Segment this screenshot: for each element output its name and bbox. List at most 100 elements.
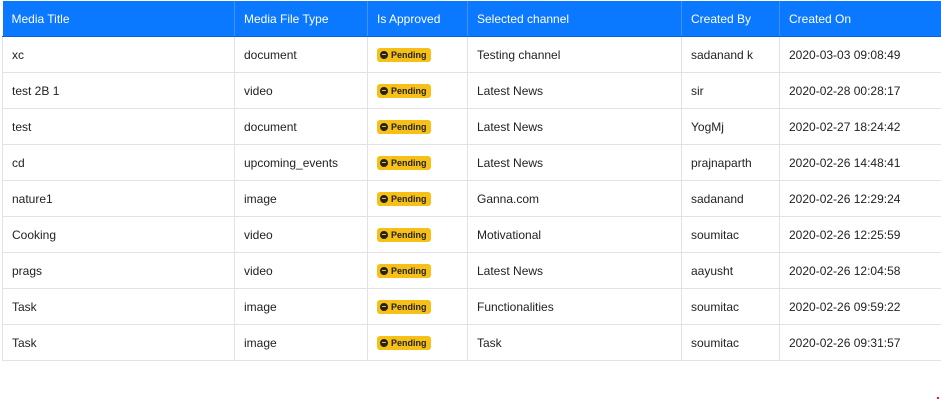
minus-circle-icon <box>380 158 388 167</box>
cell-channel: Motivational <box>467 216 682 253</box>
table-row[interactable]: xc document Pending Testing channel sadanand… <box>2 36 941 73</box>
column-header-media-file-type[interactable]: Media File Type <box>234 1 368 37</box>
table-header-row: Media Title Media File Type Is Approved Sel… <box>2 1 941 37</box>
status-label: Pending <box>391 193 427 204</box>
cell-created-by: aayusht <box>681 252 780 289</box>
cell-type: image <box>234 288 368 325</box>
cell-created-by: soumitac <box>681 288 780 325</box>
status-label: Pending <box>391 85 427 96</box>
status-badge: Pending <box>377 119 431 134</box>
approval-status-cell: Pending <box>367 180 468 217</box>
cell-created-by: sir <box>681 72 780 109</box>
cell-type: video <box>234 252 368 289</box>
table-row[interactable]: Task image Pending Task soumitac 2020-02-26 0… <box>2 324 941 361</box>
approval-status-cell: Pending <box>367 252 468 289</box>
cell-created-by: soumitac <box>681 216 780 253</box>
cell-channel: Latest News <box>467 252 682 289</box>
cell-created-by: YogMj <box>681 108 780 145</box>
cell-channel: Functionalities <box>467 288 682 325</box>
approval-status-cell: Pending <box>367 144 468 181</box>
column-header-selected-channel[interactable]: Selected channel <box>467 1 682 37</box>
cell-type: upcoming_events <box>234 144 368 181</box>
cell-title: Task <box>2 324 235 361</box>
cell-type: document <box>234 108 368 145</box>
status-badge: Pending <box>377 263 431 278</box>
cell-created-on: 2020-02-26 14:48:41 <box>779 144 941 181</box>
table-row[interactable]: test document Pending Latest News YogMj 2020-… <box>2 108 941 145</box>
status-label: Pending <box>391 337 427 348</box>
cell-title: test <box>2 108 235 145</box>
cell-created-on: 2020-02-26 09:59:22 <box>779 288 941 325</box>
cell-created-by: prajnaparth <box>681 144 780 181</box>
table-row[interactable]: prags video Pending Latest News aayusht 2020-… <box>2 252 941 289</box>
minus-circle-icon <box>380 50 388 59</box>
minus-circle-icon <box>380 86 388 95</box>
column-header-created-on[interactable]: Created On <box>779 1 941 37</box>
status-badge: Pending <box>377 155 431 170</box>
table-row[interactable]: nature1 image Pending Ganna.com sadanand 2020… <box>2 180 941 217</box>
cell-created-by: soumitac <box>681 324 780 361</box>
cell-title: test 2B 1 <box>2 72 235 109</box>
cell-type: image <box>234 180 368 217</box>
cell-created-on: 2020-02-26 09:31:57 <box>779 324 941 361</box>
status-badge: Pending <box>377 299 431 314</box>
approval-status-cell: Pending <box>367 288 468 325</box>
minus-circle-icon <box>380 230 388 239</box>
status-badge: Pending <box>377 47 431 62</box>
cell-channel: Latest News <box>467 108 682 145</box>
cell-title: cd <box>2 144 235 181</box>
status-label: Pending <box>391 157 427 168</box>
cell-title: Cooking <box>2 216 235 253</box>
approval-status-cell: Pending <box>367 216 468 253</box>
cell-channel: Task <box>467 324 682 361</box>
cell-channel: Latest News <box>467 144 682 181</box>
table-body: xc document Pending Testing channel sadanand… <box>2 36 941 361</box>
cell-created-on: 2020-02-28 00:28:17 <box>779 72 941 109</box>
minus-circle-icon <box>380 122 388 131</box>
column-header-created-by[interactable]: Created By <box>681 1 780 37</box>
cell-created-by: sadanand <box>681 180 780 217</box>
minus-circle-icon <box>380 302 388 311</box>
media-table-container: Media Title Media File Type Is Approved Sel… <box>2 1 941 377</box>
approval-status-cell: Pending <box>367 36 468 73</box>
cell-channel: Ganna.com <box>467 180 682 217</box>
status-label: Pending <box>391 301 427 312</box>
cell-created-on: 2020-02-27 18:24:42 <box>779 108 941 145</box>
approval-status-cell: Pending <box>367 72 468 109</box>
table-row[interactable]: test 2B 1 video Pending Latest News sir 2020-… <box>2 72 941 109</box>
approval-status-cell: Pending <box>367 324 468 361</box>
cell-title: Task <box>2 288 235 325</box>
cell-type: image <box>234 324 368 361</box>
status-label: Pending <box>391 229 427 240</box>
media-table: Media Title Media File Type Is Approved Sel… <box>2 1 941 361</box>
cell-channel: Latest News <box>467 72 682 109</box>
status-label: Pending <box>391 121 427 132</box>
column-header-media-title[interactable]: Media Title <box>2 1 235 37</box>
status-badge: Pending <box>377 191 431 206</box>
cell-created-on: 2020-02-26 12:04:58 <box>779 252 941 289</box>
table-row[interactable]: Cooking video Pending Motivational soumitac 2… <box>2 216 941 253</box>
approval-status-cell: Pending <box>367 108 468 145</box>
cell-type: video <box>234 72 368 109</box>
status-badge: Pending <box>377 83 431 98</box>
table-row[interactable]: cd upcoming_events Pending Latest News prajn… <box>2 144 941 181</box>
cell-title: xc <box>2 36 235 73</box>
red-dot-marker <box>937 397 939 399</box>
status-label: Pending <box>391 265 427 276</box>
cell-created-on: 2020-02-26 12:25:59 <box>779 216 941 253</box>
cell-channel: Testing channel <box>467 36 682 73</box>
cell-created-on: 2020-03-03 09:08:49 <box>779 36 941 73</box>
cell-type: document <box>234 36 368 73</box>
cell-title: prags <box>2 252 235 289</box>
status-badge: Pending <box>377 335 431 350</box>
status-badge: Pending <box>377 227 431 242</box>
cell-created-by: sadanand k <box>681 36 780 73</box>
cell-created-on: 2020-02-26 12:29:24 <box>779 180 941 217</box>
cell-title: nature1 <box>2 180 235 217</box>
table-row[interactable]: Task image Pending Functionalities soumitac 2… <box>2 288 941 325</box>
cell-type: video <box>234 216 368 253</box>
minus-circle-icon <box>380 266 388 275</box>
column-header-is-approved[interactable]: Is Approved <box>367 1 468 37</box>
minus-circle-icon <box>380 194 388 203</box>
minus-circle-icon <box>380 338 388 347</box>
